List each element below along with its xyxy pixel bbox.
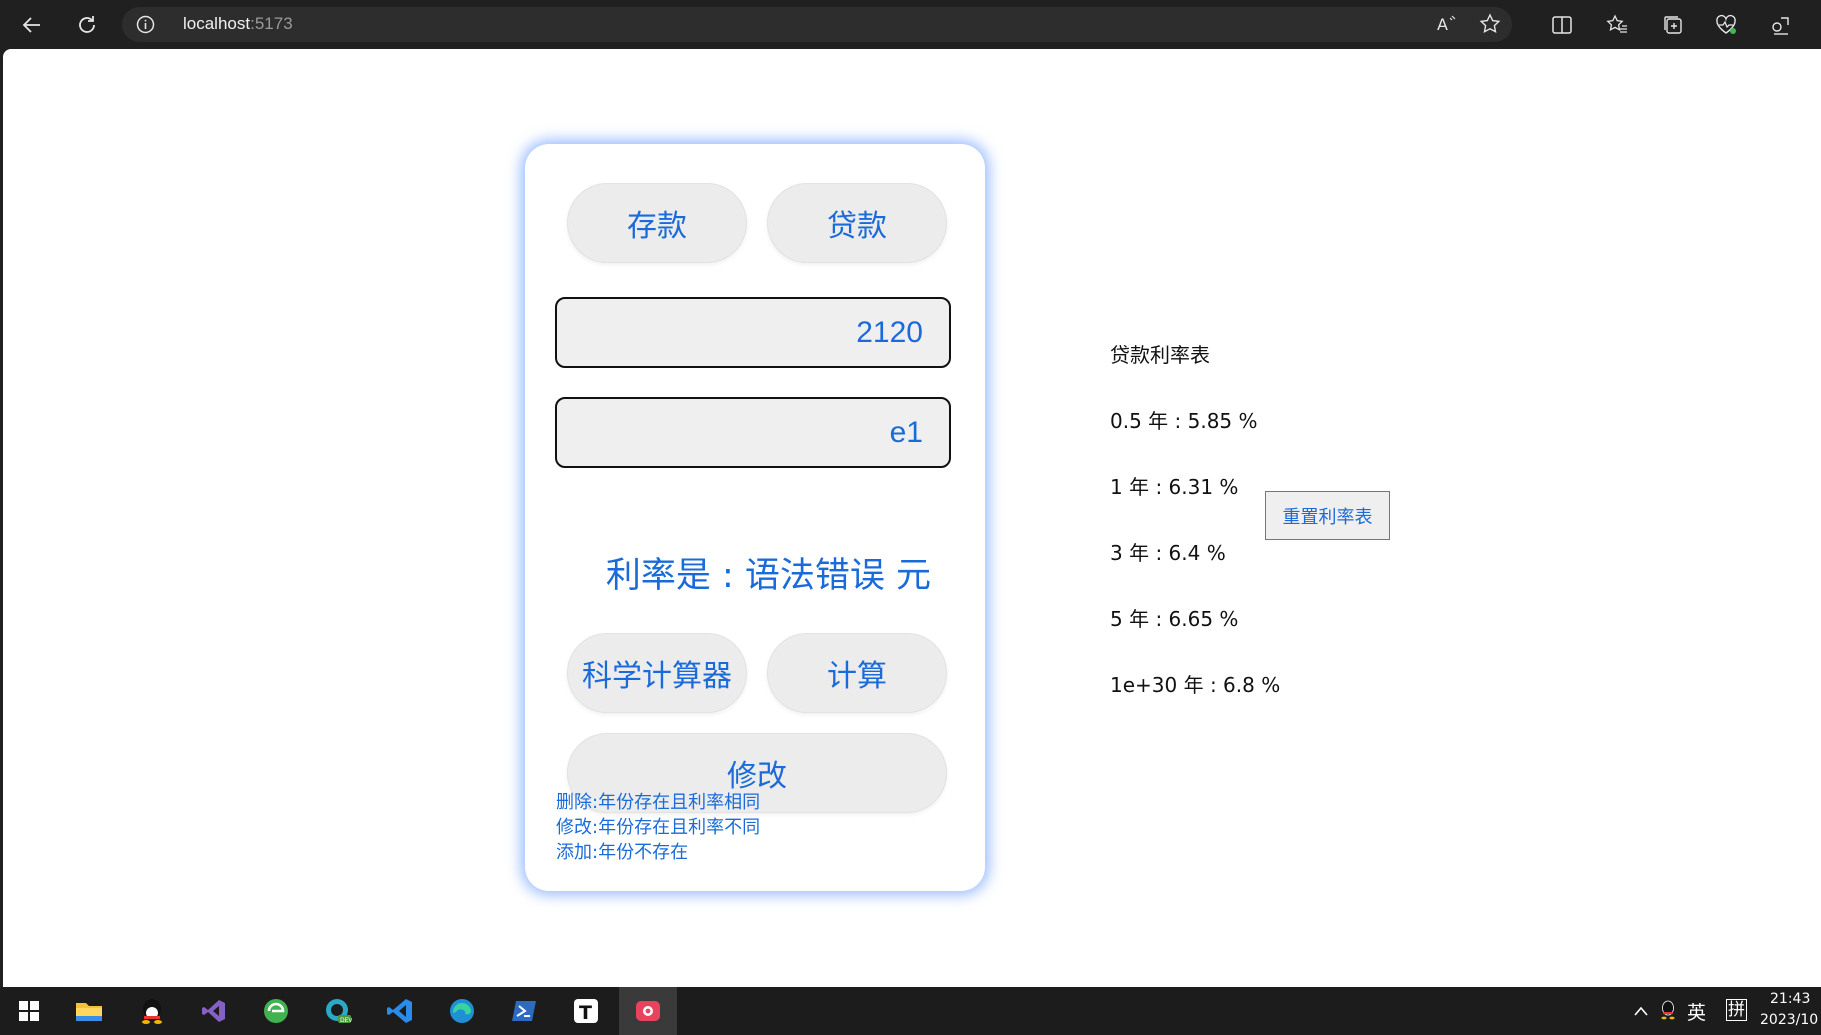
start-icon[interactable] — [0, 987, 58, 1035]
svg-text:DEV: DEV — [340, 1017, 352, 1024]
screen-recorder-icon[interactable] — [619, 987, 677, 1035]
taskbar: DEV T 英 拼 21:43 2023/10 — [0, 987, 1821, 1035]
help-notes: 删除:年份存在且利率相同 修改:年份存在且利率不同 添加:年份不存在 — [556, 790, 760, 865]
rate-row: 3 年 : 6.4 % — [1110, 541, 1226, 565]
show-hidden-icons-icon[interactable] — [1633, 1002, 1649, 1021]
collections-icon[interactable] — [1660, 12, 1686, 38]
calculator-card: 存款 贷款 2120 e1 利率是 : 语法错误 元 科学计算器 计算 修改 删… — [525, 144, 985, 891]
note-modify: 修改:年份存在且利率不同 — [556, 817, 761, 838]
vscode-icon[interactable] — [371, 987, 429, 1035]
browser-essentials-icon[interactable] — [1713, 12, 1739, 38]
svg-text:A: A — [1437, 15, 1448, 34]
address-bar[interactable]: localhost:5173 A — [122, 7, 1512, 42]
rate-row: 1 年 : 6.31 % — [1110, 475, 1239, 499]
reset-rate-table-button[interactable]: 重置利率表 — [1265, 491, 1390, 540]
years-input[interactable]: e1 — [555, 397, 951, 468]
edge-dev-icon[interactable]: DEV — [309, 987, 367, 1035]
rate-table-title: 贷款利率表 — [1110, 343, 1210, 367]
visual-studio-icon[interactable] — [185, 987, 243, 1035]
note-add: 添加:年份不存在 — [556, 842, 689, 863]
edge-icon[interactable] — [433, 987, 491, 1035]
read-aloud-icon[interactable]: A — [1433, 11, 1459, 37]
address-host: localhost — [183, 14, 251, 33]
typora-icon[interactable]: T — [557, 987, 615, 1035]
amount-input[interactable]: 2120 — [555, 297, 951, 368]
ime-mode-indicator[interactable]: 拼 — [1726, 999, 1747, 1021]
loan-tab-button[interactable]: 贷款 — [767, 183, 947, 263]
result-text: 利率是 : 语法错误 元 — [605, 556, 931, 596]
note-delete: 删除:年份存在且利率相同 — [556, 792, 761, 813]
ime-language-indicator[interactable]: 英 — [1687, 998, 1706, 1025]
rate-row: 5 年 : 6.65 % — [1110, 607, 1239, 631]
split-screen-icon[interactable] — [1549, 12, 1575, 38]
extensions-icon[interactable] — [1768, 12, 1794, 38]
rate-row: 1e+30 年 : 6.8 % — [1110, 673, 1281, 697]
scientific-calculator-button[interactable]: 科学计算器 — [567, 633, 747, 713]
qq-icon[interactable] — [123, 987, 181, 1035]
address-port: :5173 — [250, 14, 293, 33]
browser-toolbar: localhost:5173 A — [0, 0, 1821, 49]
favorite-star-icon[interactable] — [1477, 11, 1503, 37]
file-explorer-icon[interactable] — [60, 987, 118, 1035]
address-url: localhost:5173 — [183, 14, 293, 34]
qq-tray-icon[interactable] — [1660, 999, 1676, 1025]
refresh-icon[interactable] — [72, 10, 102, 40]
site-info-icon[interactable] — [136, 15, 155, 34]
rate-row: 0.5 年 : 5.85 % — [1110, 409, 1258, 433]
clock-time[interactable]: 21:43 — [1770, 991, 1810, 1007]
page-viewport: 存款 贷款 2120 e1 利率是 : 语法错误 元 科学计算器 计算 修改 删… — [3, 49, 1821, 987]
calculate-button[interactable]: 计算 — [767, 633, 947, 713]
back-icon[interactable] — [17, 10, 47, 40]
favorites-icon[interactable] — [1604, 12, 1630, 38]
powershell-icon[interactable] — [495, 987, 553, 1035]
deposit-tab-button[interactable]: 存款 — [567, 183, 747, 263]
svg-text:T: T — [579, 1002, 592, 1024]
360-browser-icon[interactable] — [247, 987, 305, 1035]
clock-date[interactable]: 2023/10 — [1760, 1012, 1818, 1028]
